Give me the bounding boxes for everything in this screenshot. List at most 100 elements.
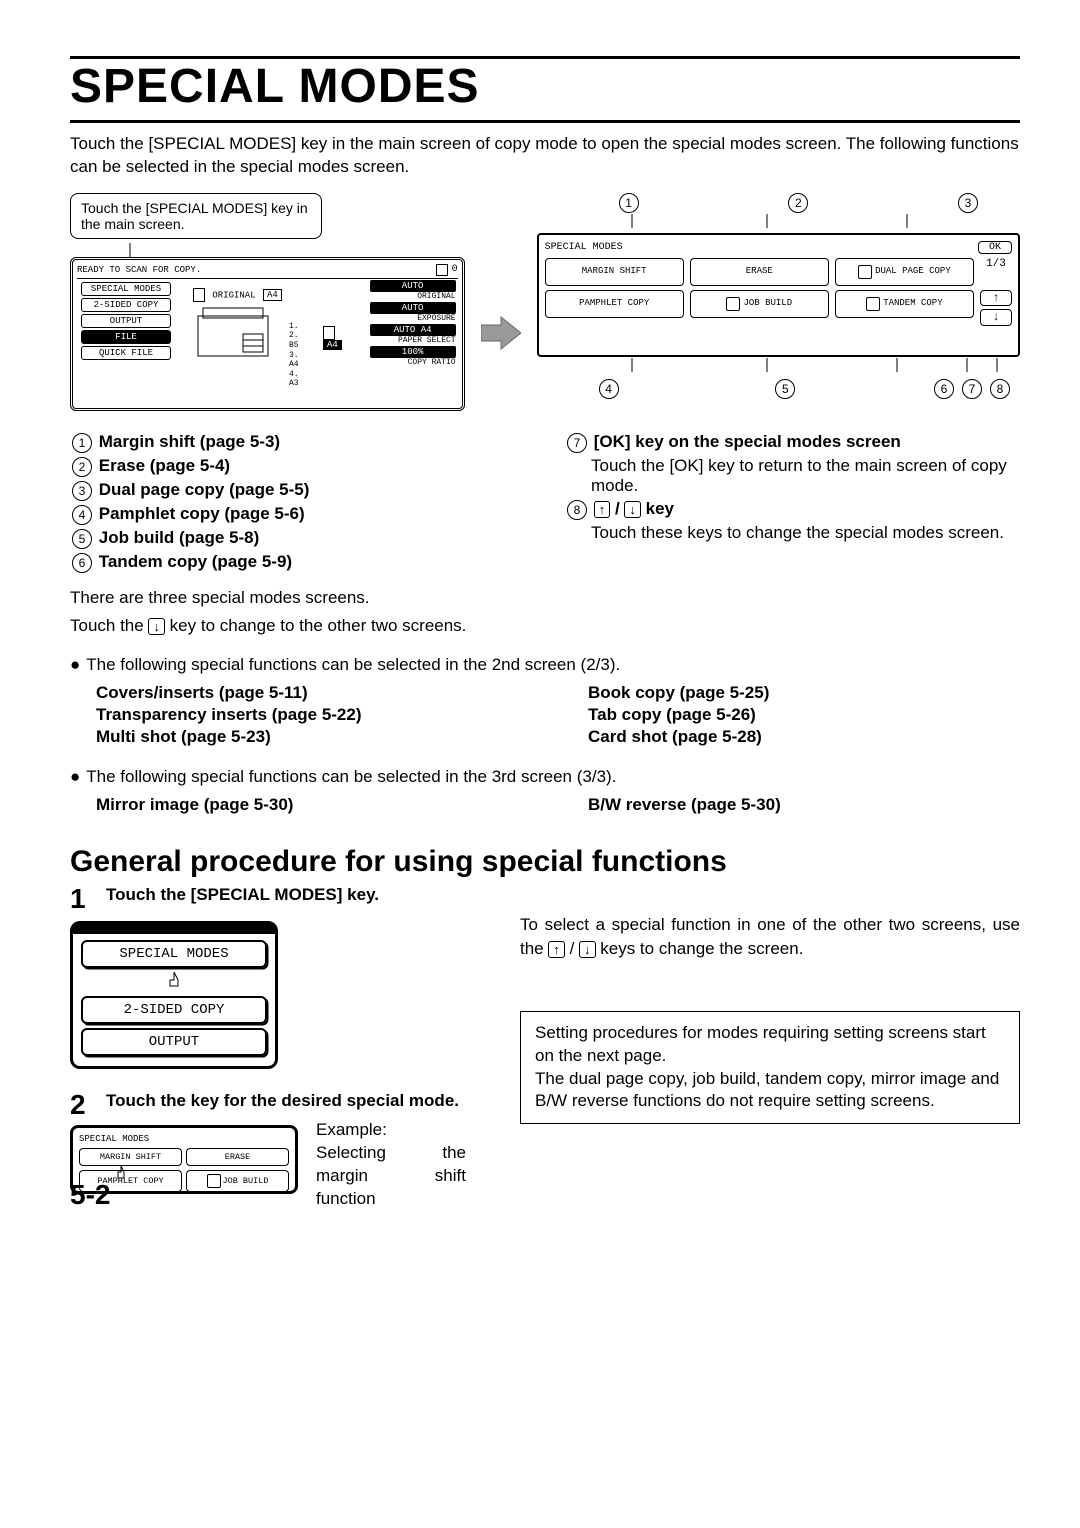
page-number: 5-2 — [70, 1179, 110, 1211]
leader-numbers-bottom: 4 5 6 7 8 — [537, 379, 1020, 399]
margin-shift-button[interactable]: MARGIN SHIFT — [545, 258, 684, 286]
original-setting-label: ORIGINAL — [417, 292, 455, 301]
example-line2: Selecting the margin shift function — [316, 1142, 466, 1211]
mini-panel-title: SPECIAL MODES — [79, 1134, 149, 1144]
job-build-icon — [726, 297, 740, 311]
down-key-icon-2: ↓ — [148, 618, 165, 636]
marker-2: 2 — [788, 193, 808, 213]
down-key-icon: ↓ — [624, 501, 641, 519]
screen2-list: Covers/inserts (page 5-11) Transparency … — [96, 681, 1020, 749]
pamphlet-copy-button[interactable]: PAMPHLET COPY — [545, 290, 684, 318]
screen2-intro: The following special functions can be s… — [70, 653, 1020, 677]
screen2-left-1: Transparency inserts (page 5-22) — [96, 705, 528, 725]
marker-3: 3 — [958, 193, 978, 213]
copier-illustration — [193, 304, 303, 364]
paper-icon — [323, 326, 335, 340]
screen3-intro: The following special functions can be s… — [70, 765, 1020, 789]
tandem-copy-button[interactable]: TANDEM COPY — [835, 290, 974, 318]
arrow-icon — [481, 313, 521, 353]
tray-4: 4. A3 — [289, 370, 303, 389]
special-modes-button[interactable]: SPECIAL MODES — [81, 282, 171, 296]
note-line1: Setting procedures for modes requiring s… — [535, 1022, 1005, 1068]
step-2-title: Touch the key for the desired special mo… — [106, 1091, 459, 1119]
marker-7: 7 — [962, 379, 982, 399]
key-7-title: [OK] key on the special modes screen — [594, 432, 901, 451]
marker-4: 4 — [599, 379, 619, 399]
three-screens-line1: There are three special modes screens. — [70, 586, 1020, 610]
screen2-left-2: Multi shot (page 5-23) — [96, 727, 528, 747]
tray-3: 3. A4 — [289, 351, 303, 370]
screen3-list: Mirror image (page 5-30) B/W reverse (pa… — [96, 793, 1020, 817]
tray-1: 1. — [289, 322, 303, 332]
marker-6: 6 — [934, 379, 954, 399]
output-button[interactable]: OUTPUT — [81, 314, 171, 328]
original-label: ORIGINAL — [212, 290, 255, 300]
job-build-button[interactable]: JOB BUILD — [690, 290, 829, 318]
two-sided-copy-button[interactable]: 2-SIDED COPY — [81, 298, 171, 312]
callout-box: Touch the [SPECIAL MODES] key in the mai… — [70, 193, 322, 239]
key-4: Pamphlet copy (page 5-6) — [99, 504, 305, 523]
erase-button[interactable]: ERASE — [690, 258, 829, 286]
mini-job-build[interactable]: JOB BUILD — [186, 1170, 289, 1192]
key-7-body: Touch the [OK] key to return to the main… — [591, 456, 1020, 496]
mini-job-build-icon — [207, 1174, 221, 1188]
note-box: Setting procedures for modes requiring s… — [520, 1011, 1020, 1125]
paper-select-value[interactable]: AUTO A4 — [370, 324, 456, 336]
key-5: Job build (page 5-8) — [99, 528, 260, 547]
file-button[interactable]: FILE — [81, 330, 171, 344]
original-setting-value[interactable]: AUTO — [370, 280, 456, 292]
key-8-body: Touch these keys to change the special m… — [591, 523, 1020, 543]
screen2-right-0: Book copy (page 5-25) — [588, 683, 1020, 703]
dual-page-copy-button[interactable]: DUAL PAGE COPY — [835, 258, 974, 286]
down-key-icon-3: ↓ — [579, 941, 596, 959]
up-key-icon-3: ↑ — [548, 941, 565, 959]
copy-ratio-value[interactable]: 100% — [370, 346, 456, 358]
mini-margin-shift[interactable]: MARGIN SHIFT — [79, 1148, 182, 1166]
screen-status-text: READY TO SCAN FOR COPY. — [77, 265, 201, 275]
screen2-left-0: Covers/inserts (page 5-11) — [96, 683, 528, 703]
keypad-figure: SPECIAL MODES 2-SIDED COPY OUTPUT — [70, 921, 278, 1069]
page-indicator: 1/3 — [980, 258, 1012, 270]
tandem-copy-icon — [866, 297, 880, 311]
step-2-number: 2 — [70, 1091, 96, 1119]
keypad-two-sided[interactable]: 2-SIDED COPY — [81, 996, 267, 1024]
step-1-number: 1 — [70, 885, 96, 913]
page-icon — [436, 264, 448, 276]
step-1-title: Touch the [SPECIAL MODES] key. — [106, 885, 379, 913]
up-key-icon: ↑ — [594, 501, 611, 519]
note-line2: The dual page copy, job build, tandem co… — [535, 1068, 1005, 1114]
marker-5: 5 — [775, 379, 795, 399]
key-list: 1 Margin shift (page 5-3) 2 Erase (page … — [70, 429, 1020, 576]
screen2-right-1: Tab copy (page 5-26) — [588, 705, 1020, 725]
dual-page-icon — [858, 265, 872, 279]
page-down-button[interactable]: ↓ — [980, 309, 1012, 325]
key-1: Margin shift (page 5-3) — [99, 432, 280, 451]
original-icon — [193, 288, 205, 302]
key-2: Erase (page 5-4) — [99, 456, 230, 475]
mini-erase[interactable]: ERASE — [186, 1148, 289, 1166]
subheading: General procedure for using special func… — [70, 845, 1020, 879]
sm-panel-title: SPECIAL MODES — [545, 242, 623, 253]
key-3: Dual page copy (page 5-5) — [99, 480, 310, 499]
side-button-column: SPECIAL MODES 2-SIDED COPY OUTPUT FILE Q… — [81, 282, 171, 360]
keypad-output[interactable]: OUTPUT — [81, 1028, 267, 1056]
three-screens-line2: Touch the ↓ key to change to the other t… — [70, 614, 1020, 638]
keypad-special-modes[interactable]: SPECIAL MODES — [81, 940, 267, 968]
selected-tray-size: A4 — [323, 340, 342, 350]
marker-1: 1 — [619, 193, 639, 213]
pointer-icon — [79, 972, 269, 992]
exposure-setting-label: EXPOSURE — [417, 314, 455, 323]
paper-select-label: PAPER SELECT — [398, 336, 456, 345]
tray-2: 2. B5 — [289, 331, 303, 350]
quick-file-button[interactable]: QUICK FILE — [81, 346, 171, 360]
key-6: Tandem copy (page 5-9) — [99, 552, 292, 571]
copy-counter: 0 — [452, 264, 458, 275]
intro-text: Touch the [SPECIAL MODES] key in the mai… — [70, 133, 1020, 179]
screen2-right-2: Card shot (page 5-28) — [588, 727, 1020, 747]
ok-button[interactable]: OK — [978, 241, 1012, 254]
exposure-setting-value[interactable]: AUTO — [370, 302, 456, 314]
copy-ratio-label: COPY RATIO — [408, 358, 456, 367]
page-title: SPECIAL MODES — [70, 56, 1020, 123]
page-up-button[interactable]: ↑ — [980, 290, 1012, 306]
figure-row: Touch the [SPECIAL MODES] key in the mai… — [70, 193, 1020, 411]
